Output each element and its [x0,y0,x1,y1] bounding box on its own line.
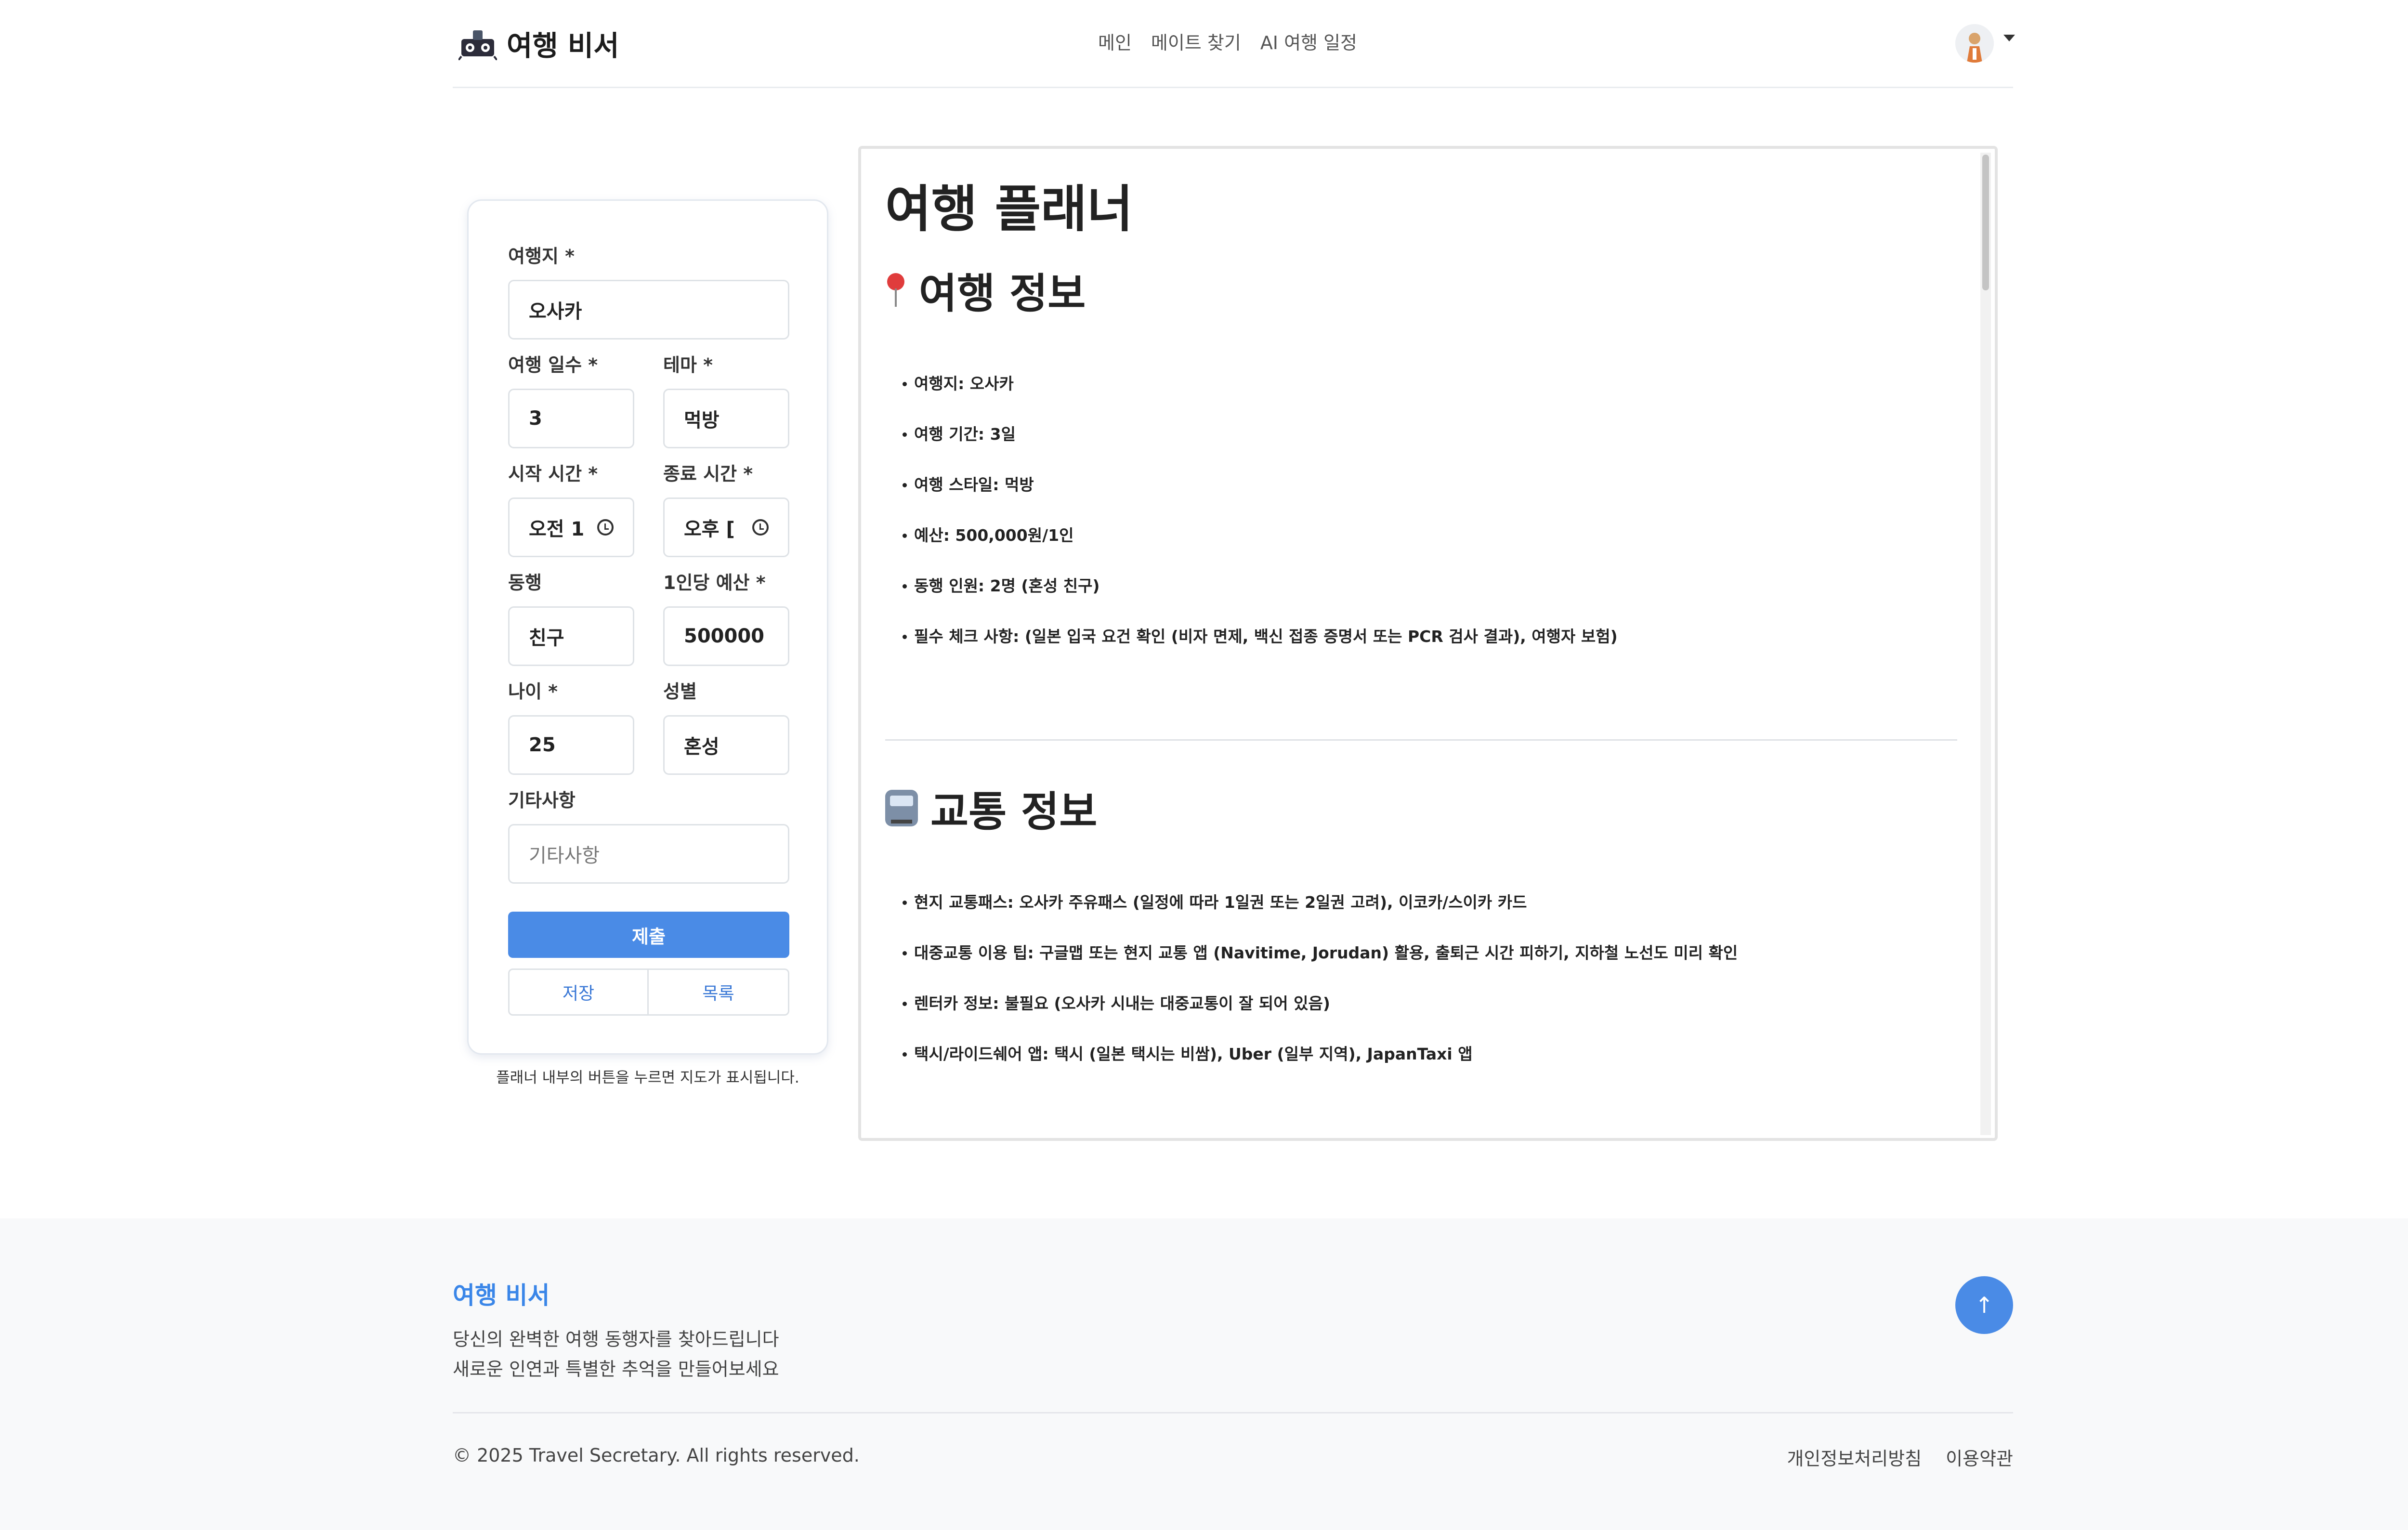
theme-label: 테마 * [663,354,713,376]
transport-info-list: 현지 교통패스: 오사카 주유패스 (일정에 따라 1일권 또는 2일권 고려)… [902,893,1738,1095]
companion-label: 동행 [508,572,542,593]
gender-label: 성별 [663,681,697,702]
pin-icon [885,273,906,307]
companion-input[interactable]: 친구 [508,606,634,666]
planner-scrollbar[interactable] [1980,153,1991,1135]
scroll-top-button[interactable]: ↑ [1955,1276,2013,1334]
planner-panel[interactable]: 여행 플래너 여행 정보 여행지: 오사카 여행 기간: 3일 여행 스타일: … [858,146,1998,1141]
footer-divider [453,1412,2013,1413]
etc-input[interactable]: 기타사항 [508,824,789,884]
top-header: 여행 비서 메인 메이트 찾기 AI 여행 일정 [453,0,2015,88]
start-time-value: 오전 1 [529,518,585,540]
travel-info-list: 여행지: 오사카 여행 기간: 3일 여행 스타일: 먹방 예산: 500,00… [903,374,1618,678]
list-item: 필수 체크 사항: (일본 입국 요건 확인 (비자 면제, 백신 접종 증명서… [903,627,1618,678]
footer-links: 개인정보처리방침 이용약관 [1787,1444,2013,1470]
privacy-policy-link[interactable]: 개인정보처리방침 [1787,1444,1922,1470]
list-item: 현지 교통패스: 오사카 주유패스 (일정에 따라 1일권 또는 2일권 고려)… [902,893,1738,943]
map-hint-text: 플래너 내부의 버튼을 누르면 지도가 표시됩니다. [496,1069,799,1086]
list-item: 예산: 500,000원/1인 [903,526,1618,576]
nav-item-find-mate[interactable]: 메이트 찾기 [1151,28,1241,54]
budget-label: 1인당 예산 * [663,572,766,593]
submit-button[interactable]: 제출 [508,912,789,958]
end-time-label: 종료 시간 * [663,463,753,484]
destination-input[interactable]: 오사카 [508,280,789,340]
list-item: 여행 스타일: 먹방 [903,475,1618,526]
planner-title: 여행 플래너 [885,180,1133,238]
arrow-up-icon: ↑ [1975,1292,1994,1318]
footer-desc-line1: 당신의 완벽한 여행 동행자를 찾아드립니다 [453,1329,779,1350]
brand-icon [458,30,497,60]
age-input[interactable]: 25 [508,715,634,775]
destination-label: 여행지 * [508,246,575,267]
list-item: 여행 기간: 3일 [903,425,1618,475]
nav-item-main[interactable]: 메인 [1098,28,1132,54]
list-item: 여행지: 오사카 [903,374,1618,425]
gender-input[interactable]: 혼성 [663,715,789,775]
list-item: 동행 인원: 2명 (혼성 친구) [903,576,1618,627]
start-time-input[interactable]: 오전 1 [508,497,634,557]
list-button[interactable]: 목록 [649,968,789,1016]
end-time-value: 오후 [ [684,518,735,540]
footer-desc-line2: 새로운 인연과 특별한 추억을 만들어보세요 [453,1359,779,1380]
section-transport-title: 교통 정보 [930,788,1098,836]
clock-icon[interactable] [752,519,769,536]
theme-input[interactable]: 먹방 [663,389,789,448]
section-travel-info-heading: 여행 정보 [885,260,1086,320]
terms-link[interactable]: 이용약관 [1946,1444,2013,1470]
avatar-image [1955,24,1994,63]
section-divider [885,739,1957,741]
clock-icon[interactable] [597,519,614,536]
list-item: 대중교통 이용 팁: 구글맵 또는 현지 교통 앱 (Navitime, Jor… [902,943,1738,994]
brand-logo[interactable]: 여행 비서 [458,23,619,64]
end-time-input[interactable]: 오후 [ [663,497,789,557]
trip-form: 여행지 * 오사카 여행 일수 * 3 테마 * 먹방 시작 시간 * 오전 1… [467,199,828,1055]
nav-item-ai-itinerary[interactable]: AI 여행 일정 [1260,28,1357,54]
user-avatar[interactable] [1955,24,1994,63]
site-footer: 여행 비서 당신의 완벽한 여행 동행자를 찾아드립니다 새로운 인연과 특별한… [0,1218,2408,1530]
page: 여행 비서 메인 메이트 찾기 AI 여행 일정 여행지 * 오사카 여행 일수… [0,0,2408,1530]
list-item: 택시/라이드쉐어 앱: 택시 (일본 택시는 비쌈), Uber (일부 지역)… [902,1045,1738,1095]
start-time-label: 시작 시간 * [508,463,598,484]
footer-copyright: © 2025 Travel Secretary. All rights rese… [453,1445,860,1466]
save-button[interactable]: 저장 [508,968,649,1016]
brand-name: 여행 비서 [507,29,619,62]
section-transport-heading: 교통 정보 [885,778,1097,838]
scrollbar-thumb[interactable] [1982,155,1989,290]
chevron-down-icon[interactable] [2003,35,2015,41]
days-input[interactable]: 3 [508,389,634,448]
etc-label: 기타사항 [508,790,576,811]
train-icon [885,789,918,826]
budget-input[interactable]: 500000 [663,606,789,666]
main-nav: 메인 메이트 찾기 AI 여행 일정 [1098,28,1357,54]
list-item: 렌터카 정보: 불필요 (오사카 시내는 대중교통이 잘 되어 있음) [902,994,1738,1045]
footer-brand: 여행 비서 [453,1282,550,1309]
section-travel-info-title: 여행 정보 [919,270,1086,318]
days-label: 여행 일수 * [508,354,598,376]
age-label: 나이 * [508,681,558,702]
